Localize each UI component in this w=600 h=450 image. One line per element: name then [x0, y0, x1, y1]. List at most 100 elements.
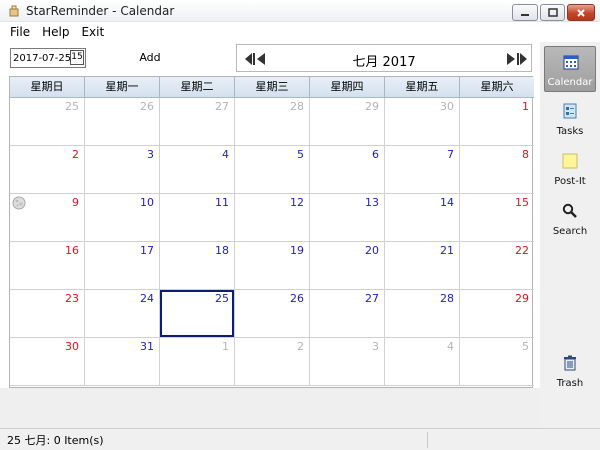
day-number: 7	[447, 148, 454, 161]
day-cell-selected[interactable]: 25	[160, 290, 235, 338]
day-cell[interactable]: 2	[10, 146, 85, 194]
app-icon	[9, 5, 19, 17]
sidebar-item-label: Calendar	[547, 77, 593, 88]
next-year-icon[interactable]	[517, 53, 527, 65]
day-number: 12	[290, 196, 304, 209]
day-cell[interactable]: 9	[10, 194, 85, 242]
minimize-button[interactable]	[512, 4, 538, 21]
day-number: 8	[522, 148, 529, 161]
content-footer-area	[0, 388, 540, 428]
sidebar-item-label: Trash	[556, 378, 584, 389]
day-cell[interactable]: 18	[160, 242, 235, 290]
day-cell[interactable]: 29	[310, 98, 385, 146]
sidebar: Calendar Tasks Post-It Search Trash	[540, 42, 600, 428]
maximize-button[interactable]	[540, 4, 565, 21]
day-cell[interactable]: 10	[85, 194, 160, 242]
day-cell[interactable]: 27	[160, 98, 235, 146]
day-cell[interactable]: 5	[235, 146, 310, 194]
day-cell[interactable]: 28	[235, 98, 310, 146]
weekday-header: 星期二	[160, 77, 235, 98]
day-cell[interactable]: 5	[460, 338, 534, 386]
day-number: 10	[140, 196, 154, 209]
day-cell[interactable]: 11	[160, 194, 235, 242]
add-button[interactable]: Add	[131, 46, 169, 68]
day-cell[interactable]: 4	[385, 338, 460, 386]
next-month-icon[interactable]	[507, 53, 515, 65]
day-number: 31	[140, 340, 154, 353]
status-text: 25 七月: 0 Item(s)	[7, 434, 104, 447]
day-cell[interactable]: 30	[385, 98, 460, 146]
day-cell[interactable]: 13	[310, 194, 385, 242]
day-number: 25	[65, 100, 79, 113]
moon-phase-icon	[12, 196, 26, 210]
day-cell[interactable]: 2	[235, 338, 310, 386]
day-cell[interactable]: 17	[85, 242, 160, 290]
calendar-week-row: 2 3 4 5 6 7 8	[10, 146, 534, 194]
day-number: 30	[440, 100, 454, 113]
day-cell[interactable]: 3	[85, 146, 160, 194]
day-number: 4	[447, 340, 454, 353]
day-number: 23	[65, 292, 79, 305]
day-number: 2	[297, 340, 304, 353]
day-cell[interactable]: 15	[460, 194, 534, 242]
sidebar-item-trash[interactable]: Trash	[544, 348, 596, 394]
day-cell[interactable]: 19	[235, 242, 310, 290]
day-number: 17	[140, 244, 154, 257]
day-cell[interactable]: 6	[310, 146, 385, 194]
calendar-picker-icon[interactable]: 15	[70, 50, 84, 65]
trash-icon	[564, 355, 576, 371]
day-cell[interactable]: 7	[385, 146, 460, 194]
sidebar-item-tasks[interactable]: Tasks	[544, 96, 596, 142]
day-number: 22	[515, 244, 529, 257]
day-number: 9	[72, 196, 79, 209]
day-number: 26	[290, 292, 304, 305]
day-cell[interactable]: 3	[310, 338, 385, 386]
day-cell[interactable]: 4	[160, 146, 235, 194]
status-bar: 25 七月: 0 Item(s)	[0, 428, 600, 450]
weekday-header: 星期四	[310, 77, 385, 98]
day-cell[interactable]: 8	[460, 146, 534, 194]
day-cell[interactable]: 26	[85, 98, 160, 146]
day-cell[interactable]: 26	[235, 290, 310, 338]
day-number: 5	[297, 148, 304, 161]
sidebar-item-postit[interactable]: Post-It	[544, 146, 596, 192]
day-cell[interactable]: 22	[460, 242, 534, 290]
day-cell[interactable]: 21	[385, 242, 460, 290]
day-number: 11	[215, 196, 229, 209]
day-number: 1	[522, 100, 529, 113]
weekday-header: 星期一	[85, 77, 160, 98]
day-cell[interactable]: 16	[10, 242, 85, 290]
day-cell[interactable]: 12	[235, 194, 310, 242]
day-number: 28	[440, 292, 454, 305]
menu-file[interactable]: File	[0, 22, 36, 42]
close-button[interactable]	[567, 4, 595, 21]
day-cell[interactable]: 23	[10, 290, 85, 338]
day-cell[interactable]: 1	[160, 338, 235, 386]
sidebar-item-label: Search	[552, 226, 588, 237]
day-cell[interactable]: 28	[385, 290, 460, 338]
day-cell[interactable]: 25	[10, 98, 85, 146]
title-bar: StarReminder - Calendar	[0, 0, 600, 22]
day-number: 3	[147, 148, 154, 161]
day-number: 5	[522, 340, 529, 353]
day-number: 21	[440, 244, 454, 257]
menu-help[interactable]: Help	[36, 22, 75, 42]
day-cell[interactable]: 31	[85, 338, 160, 386]
day-number: 25	[215, 292, 229, 305]
day-number: 1	[222, 340, 229, 353]
weekday-header-row: 星期日 星期一 星期二 星期三 星期四 星期五 星期六	[10, 77, 534, 98]
sidebar-item-search[interactable]: Search	[544, 196, 596, 242]
day-cell[interactable]: 20	[310, 242, 385, 290]
day-number: 15	[515, 196, 529, 209]
day-cell[interactable]: 14	[385, 194, 460, 242]
sidebar-item-calendar[interactable]: Calendar	[544, 46, 596, 92]
day-cell[interactable]: 30	[10, 338, 85, 386]
day-cell[interactable]: 27	[310, 290, 385, 338]
day-cell[interactable]: 1	[460, 98, 534, 146]
day-number: 14	[440, 196, 454, 209]
weekday-header: 星期日	[10, 77, 85, 98]
day-cell[interactable]: 24	[85, 290, 160, 338]
toolbar-separator	[170, 45, 171, 71]
day-cell[interactable]: 29	[460, 290, 534, 338]
menu-exit[interactable]: Exit	[75, 22, 110, 42]
